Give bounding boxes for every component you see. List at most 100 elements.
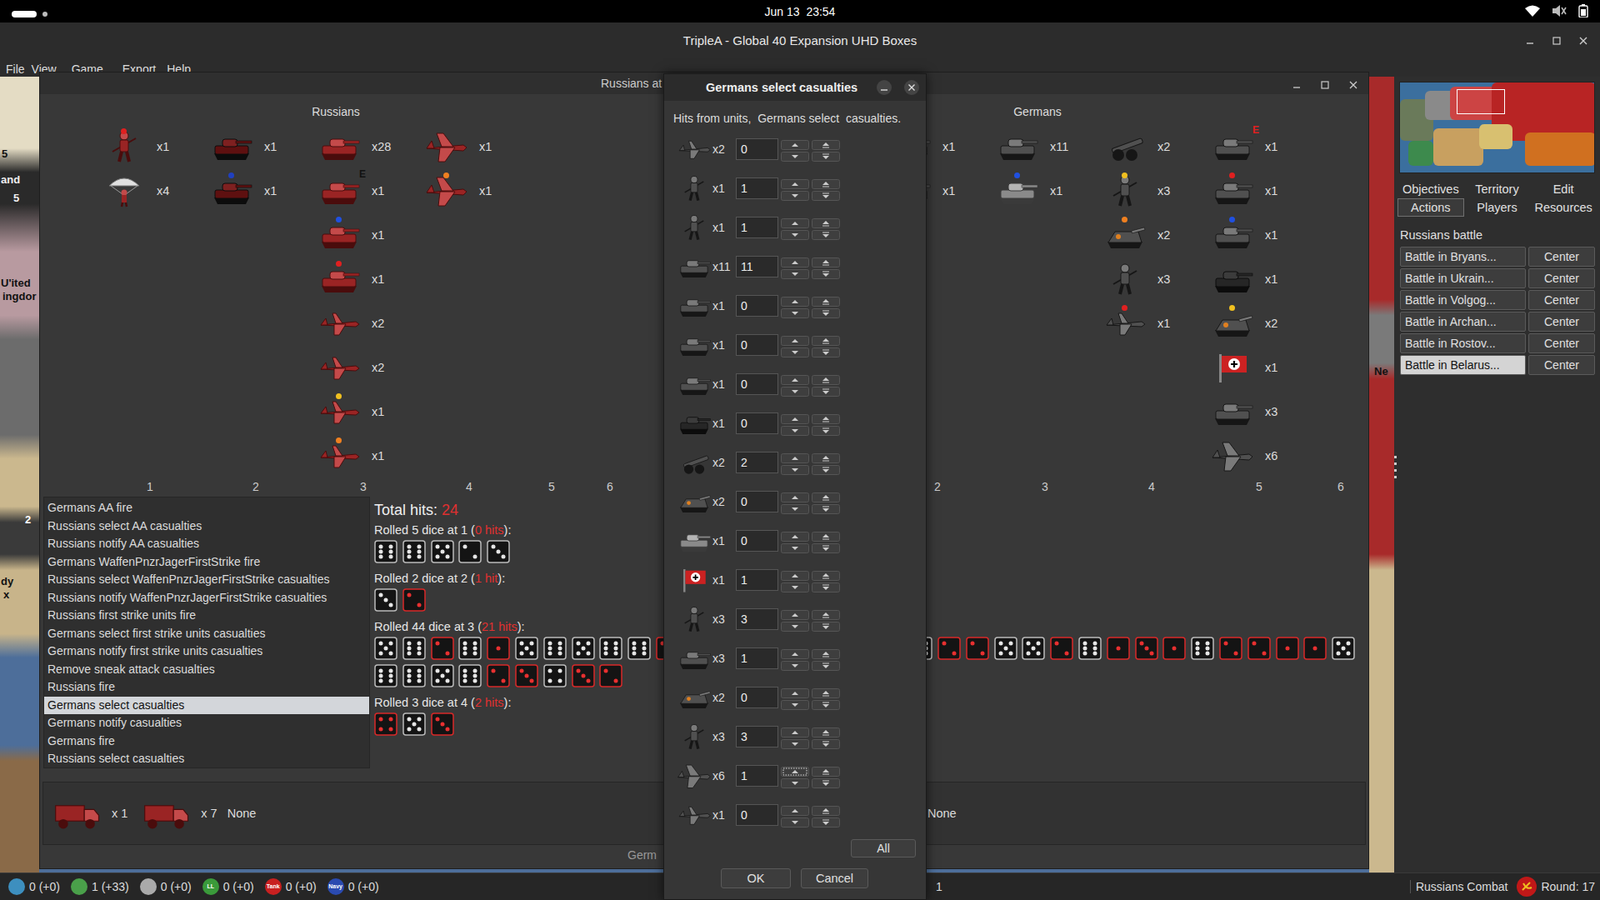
tab[interactable]: Actions — [1397, 198, 1465, 217]
battle-button[interactable]: Battle in Ukrain... — [1400, 268, 1526, 289]
decrease-button[interactable] — [780, 385, 810, 395]
min-button[interactable] — [811, 306, 840, 317]
center-button[interactable]: Center — [1528, 333, 1595, 354]
tab[interactable]: Objectives — [1397, 180, 1465, 199]
casualty-input[interactable]: 0 — [735, 373, 779, 395]
decrease-button[interactable] — [780, 580, 810, 591]
menu-item[interactable]: File — [5, 61, 25, 77]
center-button[interactable]: Center — [1528, 311, 1595, 332]
step-item[interactable]: Germans fire — [44, 732, 370, 751]
casualty-input[interactable]: 0 — [735, 686, 779, 709]
increase-button[interactable] — [780, 530, 810, 540]
step-item[interactable]: Germans select first strike units casual… — [44, 625, 370, 644]
min-button[interactable] — [811, 228, 840, 239]
increase-button[interactable] — [780, 216, 810, 227]
decrease-button[interactable] — [780, 776, 810, 787]
min-button[interactable] — [811, 463, 840, 474]
cancel-button[interactable]: Cancel — [800, 868, 869, 889]
min-button[interactable] — [811, 776, 840, 787]
min-button[interactable] — [811, 698, 840, 709]
center-button[interactable]: Center — [1528, 355, 1595, 375]
min-button[interactable] — [811, 385, 840, 395]
max-button[interactable] — [811, 804, 840, 815]
increase-button[interactable] — [780, 334, 810, 345]
decrease-button[interactable] — [780, 463, 810, 474]
step-item[interactable]: Russians fire — [44, 678, 370, 697]
casualty-input[interactable]: 3 — [735, 725, 779, 748]
step-item[interactable]: Germans notify first strike units casual… — [44, 642, 370, 661]
minimap[interactable] — [1399, 81, 1595, 174]
casualty-input[interactable]: 0 — [735, 334, 779, 356]
max-button[interactable] — [811, 138, 840, 149]
decrease-button[interactable] — [780, 737, 810, 748]
casualty-input[interactable]: 0 — [735, 412, 779, 435]
step-item[interactable]: Germans AA fire — [44, 499, 370, 518]
step-item[interactable]: Russians select casualties — [44, 750, 370, 769]
casualty-input[interactable]: 1 — [735, 177, 779, 200]
max-button[interactable] — [811, 647, 840, 658]
max-button[interactable] — [811, 334, 840, 345]
step-item[interactable]: Russians first strike units fire — [44, 606, 370, 625]
increase-button[interactable] — [780, 765, 810, 775]
min-button[interactable] — [811, 620, 840, 630]
increase-button[interactable] — [780, 725, 810, 736]
max-button[interactable] — [811, 412, 840, 423]
increase-button[interactable] — [780, 295, 810, 305]
casualty-input[interactable]: 1 — [735, 765, 779, 787]
increase-button[interactable] — [780, 804, 810, 815]
max-button[interactable] — [811, 530, 840, 540]
decrease-button[interactable] — [780, 698, 810, 709]
increase-button[interactable] — [780, 177, 810, 188]
min-button[interactable] — [811, 345, 840, 356]
max-button[interactable] — [811, 608, 840, 619]
decrease-button[interactable] — [780, 189, 810, 200]
battle-button[interactable]: Battle in Volgog... — [1400, 290, 1526, 310]
center-button[interactable]: Center — [1528, 268, 1595, 289]
casualty-input[interactable]: 11 — [735, 255, 779, 278]
casualty-input[interactable]: 2 — [735, 451, 779, 474]
min-button[interactable] — [811, 815, 840, 826]
increase-button[interactable] — [780, 490, 810, 501]
battle-button[interactable]: Battle in Archan... — [1400, 311, 1526, 332]
max-button[interactable] — [811, 216, 840, 227]
center-button[interactable]: Center — [1528, 246, 1595, 267]
all-button[interactable]: All — [850, 839, 916, 858]
decrease-button[interactable] — [780, 345, 810, 356]
step-item[interactable]: Germans notify casualties — [44, 714, 370, 733]
min-button[interactable] — [811, 737, 840, 748]
decrease-button[interactable] — [780, 815, 810, 826]
casualty-input[interactable]: 1 — [735, 569, 779, 591]
min-button[interactable] — [811, 150, 840, 160]
casualty-input[interactable]: 0 — [735, 138, 779, 160]
max-button[interactable] — [811, 725, 840, 736]
battle-button[interactable]: Battle in Rostov... — [1400, 333, 1526, 354]
max-button[interactable] — [811, 451, 840, 462]
max-button[interactable] — [811, 569, 840, 580]
decrease-button[interactable] — [780, 502, 810, 513]
increase-button[interactable] — [780, 647, 810, 658]
battle-button[interactable]: Battle in Belarus... — [1400, 355, 1526, 375]
step-item[interactable]: Germans select casualties — [44, 696, 370, 715]
min-button[interactable] — [811, 541, 840, 552]
step-item[interactable]: Germans WaffenPnzrJagerFirstStrike fire — [44, 553, 370, 572]
max-button[interactable] — [811, 295, 840, 305]
max-button[interactable] — [811, 177, 840, 188]
max-button[interactable] — [811, 255, 840, 266]
step-item[interactable]: Russians notify AA casualties — [44, 535, 370, 554]
min-button[interactable] — [811, 502, 840, 513]
casualty-input[interactable]: 0 — [735, 295, 779, 317]
casualty-input[interactable]: 0 — [735, 530, 779, 552]
min-button[interactable] — [811, 580, 840, 591]
tab[interactable]: Players — [1464, 198, 1531, 217]
max-button[interactable] — [811, 686, 840, 697]
increase-button[interactable] — [780, 569, 810, 580]
battle-button[interactable]: Battle in Bryans... — [1400, 246, 1526, 267]
step-item[interactable]: Russians select AA casualties — [44, 517, 370, 536]
casualty-input[interactable]: 1 — [735, 216, 779, 239]
increase-button[interactable] — [780, 255, 810, 266]
max-button[interactable] — [811, 373, 840, 384]
increase-button[interactable] — [780, 373, 810, 384]
increase-button[interactable] — [780, 412, 810, 423]
min-button[interactable] — [811, 189, 840, 200]
decrease-button[interactable] — [780, 267, 810, 278]
